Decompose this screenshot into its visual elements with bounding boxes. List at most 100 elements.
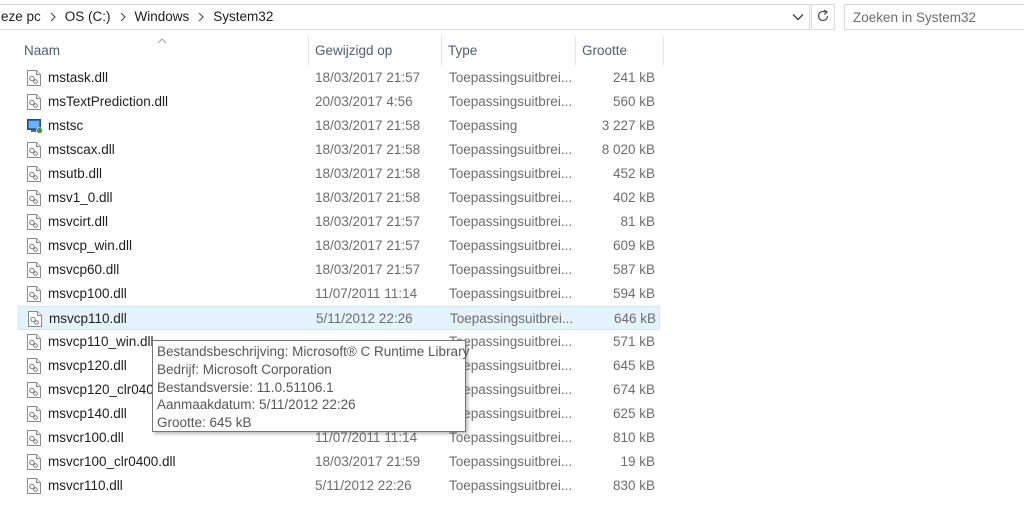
file-row[interactable]: msvcr100_clr0400.dll 18/03/2017 21:59 Toep… (18, 450, 660, 474)
file-type: Toepassingsuitbrei... (449, 142, 573, 157)
file-date: 5/11/2012 22:26 (316, 311, 413, 326)
file-row[interactable]: mstscax.dll 18/03/2017 21:58 Toepassingsui… (18, 138, 660, 162)
file-date: 20/03/2017 4:56 (315, 94, 413, 109)
column-header-type[interactable]: Type (441, 36, 575, 66)
refresh-icon (816, 8, 830, 26)
file-row[interactable]: msTextPrediction.dll 20/03/2017 4:56 Toepa… (18, 90, 660, 114)
file-date: 18/03/2017 21:58 (315, 166, 421, 181)
file-date: 5/11/2012 22:26 (315, 478, 412, 493)
file-name: msvcr110.dll (48, 478, 123, 493)
file-type: Toepassingsuitbrei... (449, 406, 573, 421)
breadcrumb-os-c[interactable]: OS (C:) (60, 5, 116, 29)
file-size: 674 kB (612, 382, 655, 397)
file-date: 18/03/2017 21:58 (315, 190, 421, 205)
file-type: Toepassingsuitbrei... (449, 238, 573, 253)
file-row[interactable]: msvcp60.dll 18/03/2017 21:57 Toepassingsui… (18, 258, 660, 282)
file-name: msvcp60.dll (48, 262, 120, 277)
dll-file-icon (27, 286, 41, 302)
file-name: msvcp100.dll (48, 286, 127, 301)
file-row[interactable]: msutb.dll 18/03/2017 21:58 Toepassingsuitb… (18, 162, 660, 186)
file-name: mstscax.dll (48, 142, 115, 157)
file-size: 560 kB (612, 94, 655, 109)
refresh-button[interactable] (811, 4, 835, 30)
dll-file-icon (27, 430, 41, 446)
file-date: 18/03/2017 21:57 (315, 262, 421, 277)
file-name: msvcirt.dll (48, 214, 108, 229)
file-type: Toepassingsuitbrei... (449, 70, 573, 85)
file-size: 241 kB (612, 70, 655, 85)
file-type: Toepassingsuitbrei... (449, 166, 573, 181)
file-type: Toepassingsuitbrei... (449, 190, 573, 205)
dll-file-icon (27, 94, 41, 110)
file-name: msvcp_win.dll (48, 238, 133, 253)
file-row[interactable]: msvcr110.dll 5/11/2012 22:26 Toepassingsui… (18, 474, 660, 498)
breadcrumb-this-pc[interactable]: eze pc (0, 5, 46, 29)
tooltip-company: Bedrijf: Microsoft Corporation (157, 361, 332, 377)
dll-file-icon (27, 190, 41, 206)
file-size: 8 020 kB (601, 142, 655, 157)
dll-file-icon (27, 334, 41, 350)
file-type: Toepassingsuitbrei... (449, 94, 573, 109)
file-type: Toepassingsuitbrei... (449, 382, 573, 397)
dll-file-icon (27, 70, 41, 86)
dll-file-icon (27, 238, 41, 254)
file-size: 625 kB (612, 406, 655, 421)
dll-file-icon (27, 478, 41, 494)
dll-file-icon (27, 214, 41, 230)
file-size: 452 kB (612, 166, 655, 181)
dll-file-icon (27, 262, 41, 278)
chevron-right-icon[interactable] (194, 5, 208, 29)
chevron-right-icon[interactable] (46, 5, 60, 29)
file-name: msv1_0.dll (48, 190, 113, 205)
dll-file-icon (27, 142, 41, 158)
file-name: msvcr100_clr0400.dll (48, 454, 176, 469)
chevron-right-icon[interactable] (116, 5, 130, 29)
file-row[interactable]: msvcp100.dll 11/07/2011 11:14 Toepassingsu… (18, 282, 660, 306)
chevron-down-icon[interactable] (791, 9, 805, 25)
file-name: msutb.dll (48, 166, 103, 181)
search-input[interactable] (844, 4, 1024, 30)
file-size: 3 227 kB (601, 118, 655, 133)
file-date: 18/03/2017 21:58 (315, 118, 421, 133)
file-row[interactable]: msvcp110.dll 5/11/2012 22:26 Toepassingsui… (18, 306, 660, 330)
file-row[interactable]: msvcirt.dll 18/03/2017 21:57 Toepassingsui… (18, 210, 660, 234)
dll-file-icon (28, 311, 42, 327)
sort-ascending-icon (157, 33, 167, 48)
file-type: Toepassingsuitbrei... (449, 262, 573, 277)
tooltip-created: Aanmaakdatum: 5/11/2012 22:26 (157, 397, 356, 413)
tooltip-size: Grootte: 645 kB (157, 415, 252, 431)
file-row[interactable]: msv1_0.dll 18/03/2017 21:58 Toepassingsuit… (18, 186, 660, 210)
file-date: 18/03/2017 21:57 (315, 70, 421, 85)
file-type: Toepassingsuitbrei... (449, 286, 573, 301)
file-row[interactable]: mstask.dll 18/03/2017 21:57 Toepassingsuit… (18, 66, 660, 90)
dll-file-icon (27, 454, 41, 470)
application-icon (27, 118, 43, 134)
breadcrumb-system32[interactable]: System32 (208, 5, 278, 29)
dll-file-icon (27, 406, 41, 422)
file-type: Toepassingsuitbrei... (449, 454, 573, 469)
file-row[interactable]: mstsc 18/03/2017 21:58 Toepassing 3 227 kB (18, 114, 660, 138)
column-header-size[interactable]: Grootte (575, 36, 664, 66)
file-name: mstsc (48, 118, 84, 133)
file-row[interactable]: msvcp_win.dll 18/03/2017 21:57 Toepassings… (18, 234, 660, 258)
file-type: Toepassingsuitbrei... (450, 311, 574, 326)
breadcrumb-windows[interactable]: Windows (130, 5, 195, 29)
tooltip-description: Bestandsbeschrijving: Microsoft® C Runti… (157, 344, 470, 359)
file-type: Toepassing (449, 118, 518, 133)
file-size: 571 kB (612, 334, 655, 349)
file-date: 18/03/2017 21:57 (315, 238, 421, 253)
file-name: msvcp110.dll (49, 311, 127, 326)
file-type: Toepassingsuitbrei... (449, 478, 573, 493)
address-bar[interactable]: eze pc OS (C:) Windows System32 (0, 4, 810, 30)
file-size: 587 kB (612, 262, 655, 277)
file-name: msTextPrediction.dll (48, 94, 169, 109)
file-date: 18/03/2017 21:57 (315, 214, 421, 229)
tooltip-version: Bestandsversie: 11.0.51106.1 (157, 379, 334, 395)
file-type: Toepassingsuitbrei... (449, 214, 573, 229)
file-size: 81 kB (620, 214, 655, 229)
dll-file-icon (27, 166, 41, 182)
file-date: 18/03/2017 21:59 (315, 454, 421, 469)
file-name: mstask.dll (48, 70, 109, 85)
column-header-date[interactable]: Gewijzigd op (308, 36, 441, 66)
file-size: 594 kB (612, 286, 655, 301)
